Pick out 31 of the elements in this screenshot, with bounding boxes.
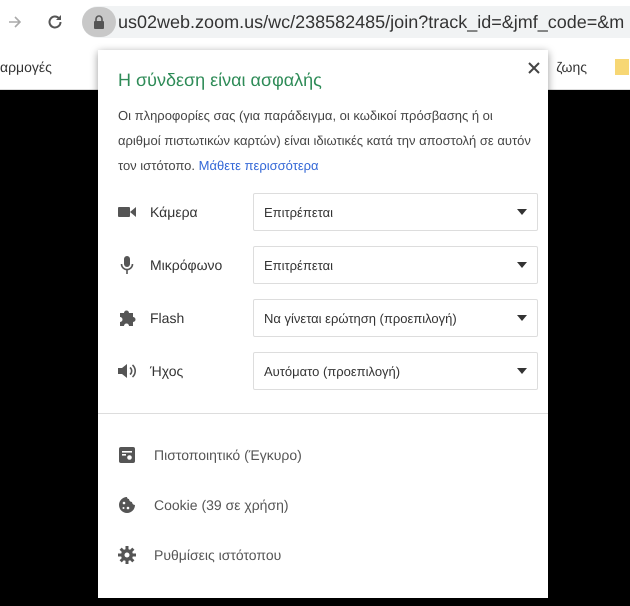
permission-dropdown[interactable]: Να γίνεται ερώτηση (προεπιλογή): [253, 299, 538, 337]
permission-dropdown[interactable]: Επιτρέπεται: [253, 193, 538, 231]
security-description: Οι πληροφορίες σας (για παράδειγμα, οι κωδικοί πρόσβασης ή οι αριθμοί πιστωτικών καρτών) είναι ιδιωτικές κατά την αποστολή σε αυτόν τον ιστότοπο. Μάθετε περισσότερα: [117, 107, 532, 175]
caret-icon: [517, 368, 527, 374]
settings-icon: [118, 546, 136, 564]
permission-dropdown[interactable]: Αυτόματο (προεπιλογή): [253, 352, 538, 390]
camera-icon: [118, 206, 136, 218]
bookmark-item[interactable]: ζωης: [556, 58, 587, 74]
permission-label: Μικρόφωνο: [150, 257, 222, 273]
site-info-link[interactable]: Πιστοποιητικό (Έγκυρο): [154, 447, 302, 463]
site-info-link[interactable]: Cookie (39 σε χρήση): [154, 497, 289, 513]
close-icon[interactable]: [528, 62, 540, 74]
caret-icon: [517, 209, 527, 215]
microphone-icon: [118, 256, 136, 274]
lock-icon[interactable]: [82, 7, 116, 37]
bookmark-item[interactable]: αρμογές: [0, 58, 52, 74]
address-bar[interactable]: us02web.zoom.us/wc/238582485/join?track_id=&jmf_code=&m: [82, 6, 630, 38]
permission-label: Κάμερα: [150, 204, 198, 220]
cookie-icon: [118, 496, 136, 514]
puzzle-icon: [118, 309, 136, 327]
caret-icon: [517, 262, 527, 268]
certificate-icon: [118, 447, 136, 463]
learn-more-link[interactable]: Μάθετε περισσότερα: [198, 158, 319, 173]
permission-dropdown[interactable]: Επιτρέπεται: [253, 246, 538, 284]
speaker-icon: [118, 364, 136, 378]
caret-icon: [517, 315, 527, 321]
reload-icon[interactable]: [46, 13, 64, 31]
popup-title: Η σύνδεση είναι ασφαλής: [117, 70, 323, 91]
permission-label: Flash: [150, 310, 184, 326]
permission-label: Ήχος: [150, 363, 184, 379]
site-info-link[interactable]: Ρυθμίσεις ιστότοπου: [154, 547, 282, 563]
